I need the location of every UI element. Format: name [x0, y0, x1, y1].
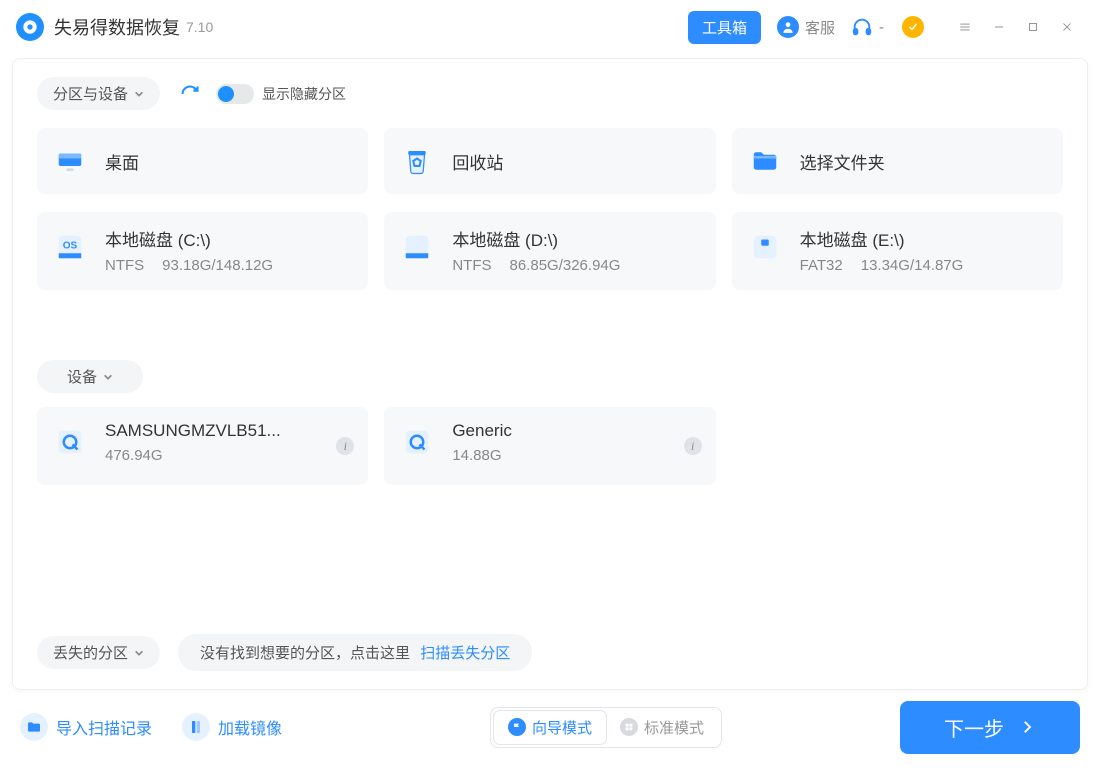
activation-button[interactable] [902, 16, 930, 38]
headset-label: - [879, 19, 884, 36]
drive-e[interactable]: 本地磁盘 (E:\) FAT32 13.34G/14.87G [732, 212, 1063, 290]
image-file-icon [182, 713, 210, 741]
mode-standard-button[interactable]: 标准模式 [606, 711, 718, 744]
support-icon [777, 16, 799, 38]
device-1[interactable]: Generic 14.88G i [384, 407, 715, 485]
disk-os-icon: OS [53, 230, 87, 264]
target-recycle-bin[interactable]: 回收站 [384, 128, 715, 194]
chevron-down-icon [134, 89, 144, 99]
lost-partitions-section: 丢失的分区 没有找到想要的分区，点击这里 扫描丢失分区 [37, 634, 1063, 671]
quick-targets-grid: 桌面 回收站 选择文件夹 [37, 128, 1063, 194]
show-hidden-toggle-group: 显示隐藏分区 [216, 84, 346, 104]
drive-c-size: 93.18G/148.12G [162, 257, 273, 274]
device-1-size: 14.88G [452, 447, 512, 464]
chevron-down-icon [134, 648, 144, 658]
device-icon [400, 425, 434, 459]
drive-c-title: 本地磁盘 (C:\) [105, 226, 273, 251]
disk-chip-icon [748, 230, 782, 264]
drive-c[interactable]: OS 本地磁盘 (C:\) NTFS 93.18G/148.12G [37, 212, 368, 290]
partitions-dropdown-label: 分区与设备 [53, 83, 128, 104]
folder-icon [748, 144, 782, 178]
grid-icon [620, 718, 638, 736]
devices-dropdown[interactable]: 设备 [37, 360, 143, 393]
show-hidden-toggle[interactable] [216, 84, 254, 104]
load-image-label: 加载镜像 [218, 715, 282, 739]
main-panel: 分区与设备 显示隐藏分区 桌面 回收站 选择文件夹 [12, 58, 1088, 690]
drive-c-fs: NTFS [105, 257, 144, 274]
window-controls [948, 11, 1084, 43]
disk-icon [400, 230, 434, 264]
info-icon[interactable]: i [684, 437, 702, 455]
refresh-button[interactable] [180, 84, 200, 104]
headset-icon [851, 16, 873, 38]
toolbox-label: 工具箱 [702, 17, 747, 38]
partitions-section-header: 分区与设备 显示隐藏分区 [37, 77, 1063, 110]
app-version: 7.10 [186, 19, 213, 35]
import-scan-records-button[interactable]: 导入扫描记录 [20, 713, 152, 741]
close-button[interactable] [1050, 11, 1084, 43]
drive-e-size: 13.34G/14.87G [861, 257, 964, 274]
lost-hint-text: 没有找到想要的分区，点击这里 [200, 645, 410, 662]
mode-wizard-label: 向导模式 [532, 717, 592, 738]
lost-partitions-dropdown[interactable]: 丢失的分区 [37, 636, 160, 669]
import-scan-label: 导入扫描记录 [56, 715, 152, 739]
drive-e-title: 本地磁盘 (E:\) [800, 226, 964, 251]
drive-d[interactable]: 本地磁盘 (D:\) NTFS 86.85G/326.94G [384, 212, 715, 290]
info-icon[interactable]: i [336, 437, 354, 455]
app-logo [16, 13, 44, 41]
device-0[interactable]: SAMSUNGMZVLB51... 476.94G i [37, 407, 368, 485]
titlebar: 失易得数据恢复 7.10 工具箱 客服 - [0, 0, 1100, 54]
support-label: 客服 [805, 17, 835, 38]
partitions-dropdown[interactable]: 分区与设备 [37, 77, 160, 110]
svg-text:OS: OS [63, 240, 78, 251]
folder-import-icon [20, 713, 48, 741]
recycle-bin-icon [400, 144, 434, 178]
scan-lost-partitions-link[interactable]: 扫描丢失分区 [420, 645, 510, 662]
device-1-title: Generic [452, 421, 512, 441]
mode-wizard-button[interactable]: 向导模式 [494, 711, 606, 744]
next-button[interactable]: 下一步 [900, 701, 1080, 754]
target-select-folder[interactable]: 选择文件夹 [732, 128, 1063, 194]
target-folder-label: 选择文件夹 [800, 149, 885, 174]
devices-grid: SAMSUNGMZVLB51... 476.94G i Generic 14.8… [37, 407, 1063, 485]
drive-d-title: 本地磁盘 (D:\) [452, 226, 620, 251]
minimize-button[interactable] [982, 11, 1016, 43]
check-badge-icon [902, 16, 924, 38]
lost-partitions-hint: 没有找到想要的分区，点击这里 扫描丢失分区 [178, 634, 532, 671]
flag-icon [508, 718, 526, 736]
lost-partitions-label: 丢失的分区 [53, 642, 128, 663]
drive-d-size: 86.85G/326.94G [510, 257, 621, 274]
show-hidden-label: 显示隐藏分区 [262, 84, 346, 104]
app-title: 失易得数据恢复 [54, 14, 180, 40]
load-image-button[interactable]: 加载镜像 [182, 713, 282, 741]
drive-e-fs: FAT32 [800, 257, 843, 274]
target-recycle-label: 回收站 [452, 149, 503, 174]
device-0-size: 476.94G [105, 447, 281, 464]
footer-bar: 导入扫描记录 加载镜像 向导模式 标准模式 下一步 [0, 690, 1100, 764]
drives-grid: OS 本地磁盘 (C:\) NTFS 93.18G/148.12G 本地磁盘 (D… [37, 212, 1063, 290]
devices-section-header: 设备 [37, 360, 1063, 393]
drive-d-fs: NTFS [452, 257, 491, 274]
target-desktop-label: 桌面 [105, 149, 139, 174]
device-0-title: SAMSUNGMZVLB51... [105, 421, 281, 441]
maximize-button[interactable] [1016, 11, 1050, 43]
devices-dropdown-label: 设备 [67, 366, 97, 387]
next-button-label: 下一步 [944, 713, 1004, 742]
target-desktop[interactable]: 桌面 [37, 128, 368, 194]
chevron-down-icon [103, 372, 113, 382]
support-button[interactable]: 客服 [777, 16, 835, 38]
menu-button[interactable] [948, 11, 982, 43]
mode-switch: 向导模式 标准模式 [490, 707, 722, 748]
headset-button[interactable]: - [851, 16, 884, 38]
toolbox-button[interactable]: 工具箱 [688, 11, 761, 44]
desktop-icon [53, 144, 87, 178]
device-icon [53, 425, 87, 459]
mode-standard-label: 标准模式 [644, 717, 704, 738]
